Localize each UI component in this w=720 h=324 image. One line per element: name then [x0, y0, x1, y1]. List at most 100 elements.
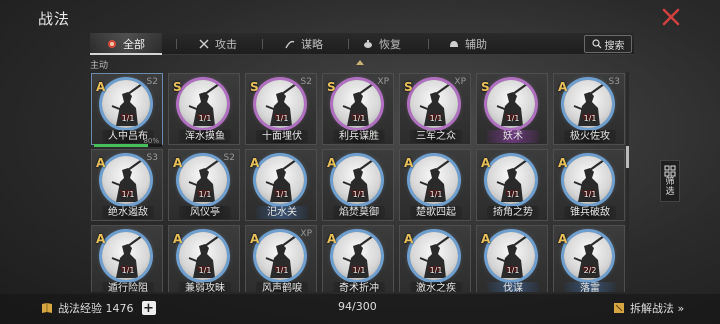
tactic-grade: A: [327, 232, 337, 246]
tactic-level: 1/1: [429, 114, 443, 123]
tactic-level: 1/1: [506, 190, 520, 199]
tactic-grade: S: [173, 80, 182, 94]
tactic-grade: A: [96, 232, 106, 246]
tactic-name: 极火佐攻: [564, 130, 616, 143]
tactic-card[interactable]: A 1/1 伐谋: [476, 225, 548, 292]
season-tag: S3: [608, 77, 620, 87]
tactic-grade: A: [404, 156, 414, 170]
tactic-level: 1/1: [583, 114, 597, 123]
tab-divider: [348, 39, 349, 49]
tactic-level: 1/1: [198, 190, 212, 199]
tactic-name: 掎角之势: [487, 206, 539, 219]
tactic-level: 1/1: [121, 266, 135, 275]
tactic-card[interactable]: A 1/1 激水之疾: [399, 225, 471, 292]
tactic-name: 绝水遏敌: [102, 206, 154, 219]
helmet-icon: [450, 41, 458, 47]
tactic-card[interactable]: A 2/2 落雷: [553, 225, 625, 292]
tactic-card[interactable]: S S2 1/1 十面埋伏: [245, 73, 317, 145]
tactic-card[interactable]: A 1/1 汜水关: [245, 149, 317, 221]
section-label: 主动: [90, 61, 109, 71]
tactic-name: 奇术折冲: [333, 282, 385, 292]
season-tag: S2: [146, 77, 158, 87]
season-tag: S2: [223, 153, 235, 163]
add-exp-button[interactable]: +: [141, 301, 156, 316]
tactic-grid: A S2 1/1 人中吕布 80% S 1/1 浑水摸鱼 S S2 1/1 十面埋伏 S XP 1/1 利兵谋…: [90, 72, 630, 292]
scrollbar-thumb[interactable]: [626, 146, 629, 168]
grid-filter-icon: [664, 165, 676, 177]
tactic-grade: A: [481, 232, 491, 246]
tactic-name: 汜水关: [256, 206, 308, 219]
season-tag: XP: [300, 229, 312, 239]
close-button[interactable]: [660, 6, 682, 28]
tactic-level: 1/1: [352, 114, 366, 123]
tactic-card[interactable]: A S3 1/1 极火佐攻: [553, 73, 625, 145]
tab-support[interactable]: 辅助: [448, 33, 487, 55]
tactic-card[interactable]: A XP 1/1 风声鹤唳: [245, 225, 317, 292]
tactic-card[interactable]: S 1/1 浑水摸鱼: [168, 73, 240, 145]
tactic-level: 1/1: [198, 266, 212, 275]
exp-book-icon: [42, 303, 52, 313]
tab-recovery[interactable]: 恢复: [362, 33, 401, 55]
tactic-grade: A: [96, 156, 106, 170]
tactic-level: 1/1: [121, 114, 135, 123]
tactic-name: 落雷: [564, 282, 616, 292]
tab-attack[interactable]: 攻击: [198, 33, 237, 55]
tactic-card[interactable]: A 1/1 焰焚莫御: [322, 149, 394, 221]
tab-label: 攻击: [215, 38, 237, 51]
tactic-card[interactable]: A S2 1/1 人中吕布 80%: [91, 73, 163, 147]
decompose-tactic-button[interactable]: 拆解战法 »: [612, 300, 684, 316]
tab-divider: [262, 39, 263, 49]
swords-icon: [199, 39, 209, 49]
tactic-name: 伐谋: [487, 282, 539, 292]
tactic-grade: A: [481, 156, 491, 170]
season-tag: S3: [146, 153, 158, 163]
tab-divider: [176, 39, 177, 49]
season-tag: S2: [300, 77, 312, 87]
tactic-grade: A: [327, 156, 337, 170]
filter-label: 筛选: [665, 177, 675, 197]
tactic-card[interactable]: A S3 1/1 绝水遏敌: [91, 149, 163, 221]
tactic-name: 兼弱攻昧: [179, 282, 231, 292]
tactic-level: 1/1: [198, 114, 212, 123]
tactic-card[interactable]: A 1/1 掎角之势: [476, 149, 548, 221]
tactic-grade: A: [250, 156, 260, 170]
exp-label: 战法经验 1476: [58, 302, 134, 315]
tactic-level: 1/1: [583, 190, 597, 199]
tactic-grade: A: [173, 232, 183, 246]
tactic-name: 锥兵破敌: [564, 206, 616, 219]
tactic-level: 1/1: [506, 266, 520, 275]
tactic-name: 遁行险阻: [102, 282, 154, 292]
tactic-grade: S: [250, 80, 259, 94]
search-label: 搜索: [604, 40, 625, 52]
tactic-level: 1/1: [121, 190, 135, 199]
tactic-card[interactable]: A 1/1 楚歌四起: [399, 149, 471, 221]
tactic-card[interactable]: A 1/1 遁行险阻: [91, 225, 163, 292]
learn-progress-label: 80%: [143, 137, 159, 145]
tactic-card[interactable]: A 1/1 锥兵破敌: [553, 149, 625, 221]
search-button[interactable]: 搜索: [584, 35, 632, 53]
tactic-grade: A: [558, 80, 568, 94]
tab-divider: [428, 39, 429, 49]
tactic-name: 焰焚莫御: [333, 206, 385, 219]
tactic-card[interactable]: A 1/1 奇术折冲: [322, 225, 394, 292]
scrollbar-track[interactable]: [626, 72, 629, 287]
tactic-name: 三军之众: [410, 130, 462, 143]
tab-strategy[interactable]: 谋略: [284, 33, 323, 55]
tactic-name: 十面埋伏: [256, 130, 308, 143]
tactic-card[interactable]: A S2 1/1 风仪亭: [168, 149, 240, 221]
tab-label: 全部: [123, 38, 145, 51]
tab-all[interactable]: 全部: [106, 33, 145, 55]
tactic-card[interactable]: S XP 1/1 三军之众: [399, 73, 471, 145]
tactic-card[interactable]: A 1/1 兼弱攻昧: [168, 225, 240, 292]
tactic-card[interactable]: S XP 1/1 利兵谋胜: [322, 73, 394, 145]
tactic-card[interactable]: S 1/1 妖术: [476, 73, 548, 145]
learn-progress-fill: [94, 144, 149, 147]
scroll-up-arrow-icon: [356, 60, 364, 65]
strategy-icon: [285, 40, 295, 49]
tactic-grade: S: [481, 80, 490, 94]
tactic-name: 妖术: [487, 130, 539, 143]
decompose-icon: [614, 303, 624, 313]
filter-button[interactable]: 筛选: [660, 160, 680, 202]
tactic-grade: A: [404, 232, 414, 246]
tactic-grade: A: [96, 80, 106, 94]
